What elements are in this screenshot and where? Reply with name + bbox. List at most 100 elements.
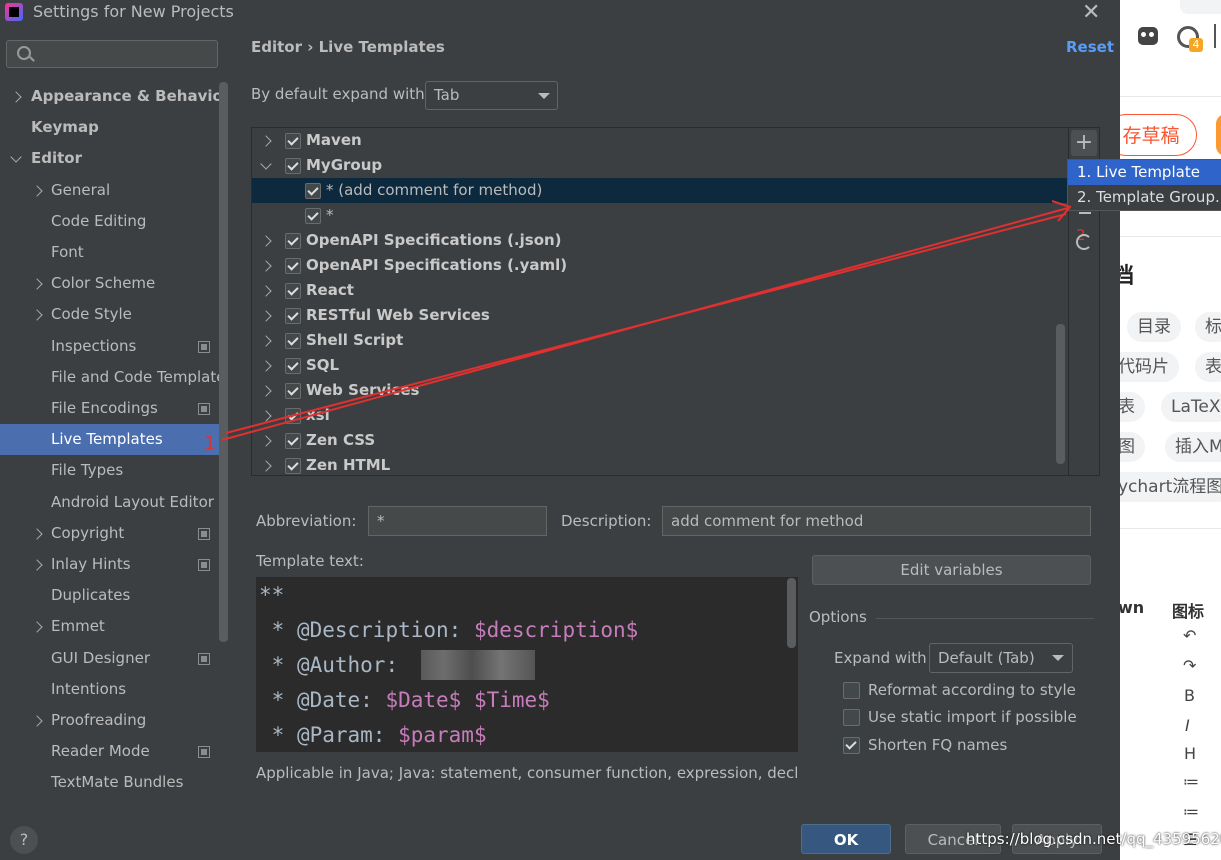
toc-pill[interactable]: 目录 (1127, 312, 1181, 342)
sidebar-item[interactable]: Android Layout Editor (0, 487, 228, 518)
chevron-right-icon[interactable] (260, 335, 272, 347)
expand-with-select[interactable]: Default (Tab) (929, 643, 1073, 673)
sidebar-item[interactable]: Color Scheme (0, 268, 228, 299)
chevron-right-icon[interactable] (31, 621, 43, 634)
template-checkbox[interactable] (285, 408, 301, 424)
sidebar-item[interactable]: Proofreading (0, 705, 228, 736)
undo-icon[interactable]: ↶ (1183, 626, 1196, 645)
help-icon[interactable]: ? (10, 826, 38, 854)
tree-row[interactable]: xsl (252, 403, 1068, 428)
chevron-right-icon[interactable] (260, 410, 272, 422)
heading-icon[interactable]: H (1184, 744, 1196, 763)
template-checkbox[interactable] (285, 258, 301, 274)
chevron-right-icon[interactable] (260, 285, 272, 297)
chevron-right-icon[interactable] (31, 309, 43, 322)
templates-tree[interactable]: Maven MyGroup * (add comment for method) * O… (251, 127, 1100, 476)
template-checkbox[interactable] (285, 358, 301, 374)
sidebar-scrollbar[interactable] (219, 82, 228, 642)
chevron-right-icon[interactable] (260, 235, 272, 247)
tree-row[interactable]: Maven (252, 128, 1068, 153)
add-template-button[interactable]: + (1071, 130, 1097, 156)
sidebar-item[interactable]: Keymap (0, 112, 228, 143)
chevron-down-icon[interactable] (10, 151, 22, 164)
sidebar-item[interactable]: Editor (0, 143, 228, 174)
template-checkbox[interactable] (285, 383, 301, 399)
table-pill[interactable]: 表 (1195, 352, 1221, 382)
tree-row[interactable]: SQL (252, 353, 1068, 378)
game-icon[interactable] (1138, 27, 1158, 45)
template-checkbox[interactable] (285, 333, 301, 349)
edit-variables-button[interactable]: Edit variables (812, 555, 1091, 585)
redo-icon[interactable]: ↷ (1183, 656, 1196, 675)
template-checkbox[interactable] (305, 183, 321, 199)
template-checkbox[interactable] (285, 308, 301, 324)
sidebar-item[interactable]: File Types (0, 455, 228, 486)
search-input[interactable] (6, 40, 218, 68)
static-import-checkbox[interactable] (843, 709, 860, 726)
menu-item-template-group[interactable]: 2. Template Group... (1068, 185, 1221, 210)
menu-item-live-template[interactable]: 1. Live Template (1068, 160, 1221, 185)
tree-scrollbar[interactable] (1056, 324, 1065, 464)
abbreviation-input[interactable]: * (368, 506, 547, 536)
sidebar-item[interactable]: TextMate Bundles (0, 767, 228, 798)
chevron-right-icon[interactable] (260, 385, 272, 397)
chevron-right-icon[interactable] (260, 360, 272, 372)
tree-row[interactable]: Web Services (252, 378, 1068, 403)
sidebar-item[interactable]: Inlay Hints (0, 549, 228, 580)
chevron-right-icon[interactable] (260, 310, 272, 322)
expand-default-select[interactable]: Tab (425, 81, 558, 110)
sidebar-item[interactable]: File and Code Templates (0, 362, 228, 393)
template-checkbox[interactable] (285, 133, 301, 149)
reset-link[interactable]: Reset (1066, 38, 1114, 56)
sidebar-item[interactable]: Code Editing (0, 206, 228, 237)
sidebar-item[interactable]: Font (0, 237, 228, 268)
editor-scrollbar[interactable] (787, 578, 796, 648)
sidebar-item[interactable]: File Encodings (0, 393, 228, 424)
sidebar-item[interactable]: Reader Mode (0, 736, 228, 767)
tree-row[interactable]: RESTful Web Services (252, 303, 1068, 328)
close-icon[interactable]: ✕ (1082, 0, 1100, 25)
template-checkbox[interactable] (305, 208, 321, 224)
sidebar-item[interactable]: Copyright (0, 518, 228, 549)
chevron-right-icon[interactable] (31, 559, 43, 571)
tree-row[interactable]: Shell Script (252, 328, 1068, 353)
chevron-right-icon[interactable] (10, 91, 22, 103)
chevron-right-icon[interactable] (260, 460, 272, 472)
template-checkbox[interactable] (285, 233, 301, 249)
chevron-right-icon[interactable] (31, 715, 43, 727)
sidebar-item[interactable]: Intentions (0, 674, 228, 705)
unordered-list-icon[interactable]: ≔ (1183, 772, 1199, 791)
flowchart-pill[interactable]: ychart流程图 (1108, 472, 1221, 502)
tree-row[interactable]: * (add comment for method) (252, 178, 1068, 203)
sidebar-item[interactable]: General (0, 175, 228, 206)
revert-icon[interactable] (1076, 234, 1092, 250)
chevron-right-icon[interactable] (260, 435, 272, 447)
chevron-down-icon[interactable] (260, 158, 272, 170)
shorten-fq-checkbox[interactable] (843, 737, 860, 754)
ok-button[interactable]: OK (801, 824, 891, 854)
chevron-right-icon[interactable] (260, 260, 272, 272)
title-pill[interactable]: 标 (1195, 312, 1221, 342)
ordered-list-icon[interactable]: ≔ (1183, 802, 1199, 821)
template-checkbox[interactable] (285, 158, 301, 174)
remove-icon[interactable] (1079, 212, 1091, 214)
italic-icon[interactable]: I (1185, 716, 1190, 735)
applicable-contexts[interactable]: Applicable in Java; Java: statement, con… (256, 764, 798, 782)
sidebar-item[interactable]: Duplicates (0, 580, 228, 611)
insert-pill[interactable]: 插入M (1165, 432, 1221, 462)
sidebar-item[interactable]: GUI Designer (0, 643, 228, 674)
sidebar-item[interactable]: Live Templates (0, 424, 228, 456)
template-checkbox[interactable] (285, 458, 301, 474)
chevron-right-icon[interactable] (31, 184, 43, 197)
chevron-right-icon[interactable] (31, 528, 43, 540)
bold-icon[interactable]: B (1184, 686, 1195, 705)
latex-pill[interactable]: LaTeX (1161, 392, 1221, 422)
template-checkbox[interactable] (285, 283, 301, 299)
tree-row[interactable]: OpenAPI Specifications (.yaml) (252, 253, 1068, 278)
sidebar-item[interactable]: Inspections (0, 331, 228, 362)
tree-row[interactable]: MyGroup (252, 153, 1068, 178)
chevron-right-icon[interactable] (31, 278, 43, 290)
tree-row[interactable]: * (252, 203, 1068, 228)
sidebar-item[interactable]: Code Style (0, 299, 228, 330)
description-input[interactable]: add comment for method (662, 506, 1091, 536)
